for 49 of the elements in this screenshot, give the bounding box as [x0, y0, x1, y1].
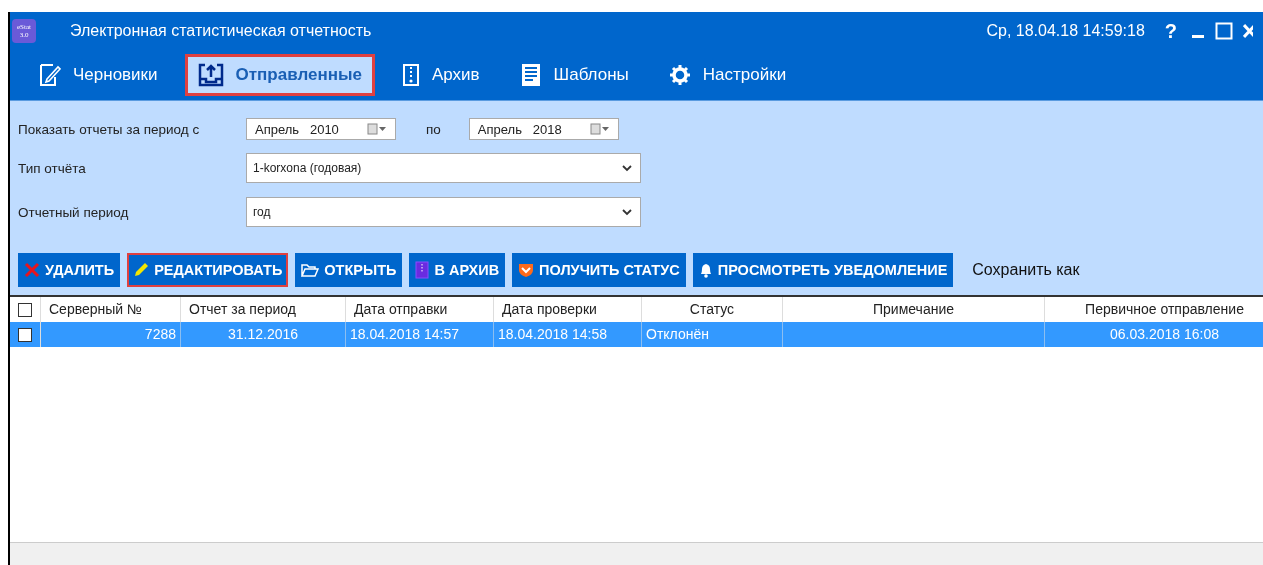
folder-icon	[301, 263, 320, 277]
pencil-document-icon	[39, 63, 61, 87]
report-period-dropdown[interactable]: год	[246, 197, 641, 227]
table-cell: 18.04.2018 14:57	[346, 322, 494, 347]
toolbar-button[interactable]: УДАЛИТЬ	[18, 253, 121, 287]
gear-icon	[668, 64, 691, 86]
toolbar-button[interactable]: РЕДАКТИРОВАТЬ	[127, 253, 289, 287]
table-row[interactable]: 7288 31.12.2016 18.04.2018 14:57 18.04.2018 14:58 Отклонён 06.03.2018 16:08	[10, 322, 1263, 347]
chevron-down-icon	[622, 208, 632, 216]
month-picker[interactable]: Апрель 2010	[246, 118, 396, 140]
chevron-down-icon	[622, 164, 632, 172]
date-time: Ср, 18.04.18 14:59:18	[986, 22, 1145, 40]
help-button[interactable]: ?	[1164, 19, 1177, 43]
report-type-label: Тип отчёта	[18, 160, 87, 176]
calendar-dropdown-icon	[589, 123, 610, 135]
nav-tab[interactable]: Черновики	[26, 54, 171, 96]
nav-tab[interactable]: Архив	[388, 54, 493, 96]
table-cell: 7288	[41, 322, 181, 347]
window-title: Электронная статистическая отчетность	[70, 22, 372, 40]
toolbar-button[interactable]: ПРОСМОТРЕТЬ УВЕДОМЛЕНИЕ	[692, 253, 954, 287]
bell-icon	[698, 262, 713, 278]
calendar-dropdown-icon	[367, 123, 387, 135]
nav-tab[interactable]: Шаблоны	[506, 54, 642, 96]
report-period-label: Отчетный период	[18, 204, 130, 220]
month-picker[interactable]: Апрель 2018	[468, 118, 619, 140]
document-icon	[519, 63, 542, 87]
toolbar-button[interactable]: В АРХИВ	[409, 253, 506, 287]
pencil-icon	[133, 262, 150, 278]
row-checkbox[interactable]	[18, 327, 32, 342]
zipper-document-icon	[401, 63, 420, 87]
save-as-label[interactable]: Сохранить как	[972, 261, 1080, 279]
select-all-checkbox[interactable]	[18, 302, 32, 317]
document-icon	[415, 261, 430, 279]
shield-icon	[518, 262, 535, 278]
to-label: по	[426, 121, 441, 137]
toolbar-button[interactable]: ОТКРЫТЬ	[295, 253, 403, 287]
tray-upload-icon	[197, 63, 224, 87]
report-type-dropdown[interactable]: 1-korxona (годовая)	[246, 153, 641, 183]
table-cell: 18.04.2018 14:58	[494, 322, 642, 347]
maximize-icon[interactable]	[1215, 22, 1233, 40]
close-icon[interactable]	[1243, 23, 1253, 39]
close-icon	[24, 262, 40, 278]
table-cell: 31.12.2016	[181, 322, 346, 347]
table-cell: Отклонён	[642, 322, 783, 347]
nav-tab[interactable]: Отправленные	[184, 54, 375, 96]
table-cell: 06.03.2018 16:08	[1045, 322, 1263, 347]
toolbar-button[interactable]: ПОЛУЧИТЬ СТАТУС	[512, 253, 686, 287]
nav-tab[interactable]: Настройки	[655, 54, 800, 96]
period-label: Показать отчеты за период с	[18, 121, 201, 137]
